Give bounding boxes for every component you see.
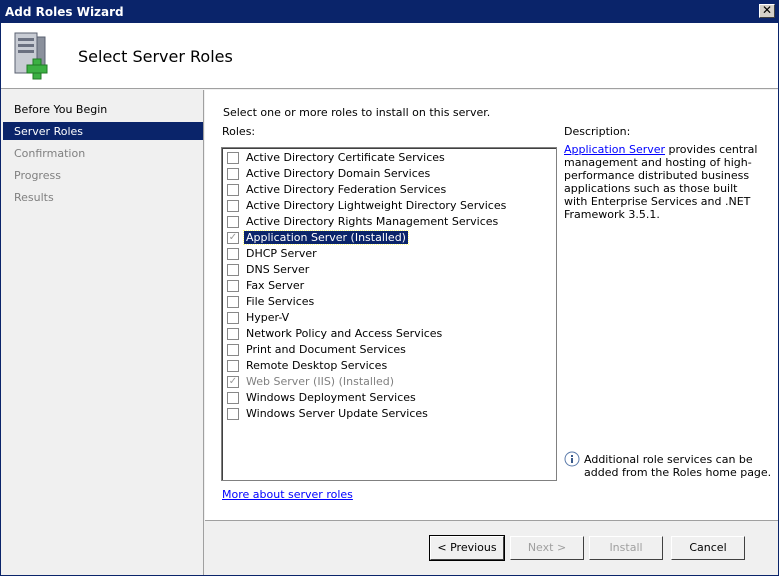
info-icon xyxy=(564,451,580,467)
close-icon: ✕ xyxy=(761,3,773,17)
role-label: Active Directory Federation Services xyxy=(246,183,447,196)
role-row[interactable]: Active Directory Rights Management Servi… xyxy=(222,214,556,230)
role-row[interactable]: Hyper-V xyxy=(222,310,556,326)
role-row[interactable]: Active Directory Lightweight Directory S… xyxy=(222,198,556,214)
role-row[interactable]: Active Directory Federation Services xyxy=(222,182,556,198)
role-row[interactable]: Windows Deployment Services xyxy=(222,390,556,406)
role-checkbox[interactable] xyxy=(227,344,239,356)
role-row[interactable]: Network Policy and Access Services xyxy=(222,326,556,342)
role-checkbox[interactable] xyxy=(227,328,239,340)
role-checkbox[interactable] xyxy=(227,200,239,212)
server-add-icon xyxy=(14,32,48,80)
roles-list[interactable]: Active Directory Certificate Services Act… xyxy=(221,147,557,481)
nav-item-progress: Progress xyxy=(14,169,61,182)
description-role-link[interactable]: Application Server xyxy=(564,143,665,156)
roles-label: Roles: xyxy=(222,125,256,138)
window-title: Add Roles Wizard xyxy=(5,5,124,19)
more-about-server-roles-link[interactable]: More about server roles xyxy=(222,488,353,501)
info-text: Additional role services can be added fr… xyxy=(584,453,772,479)
role-row[interactable]: DNS Server xyxy=(222,262,556,278)
role-label: Web Server (IIS) (Installed) xyxy=(246,375,395,388)
role-row[interactable]: File Services xyxy=(222,294,556,310)
role-checkbox[interactable] xyxy=(227,248,239,260)
role-checkbox[interactable] xyxy=(227,408,239,420)
role-row[interactable]: Fax Server xyxy=(222,278,556,294)
role-checkbox[interactable] xyxy=(227,392,239,404)
wizard-footer: < Previous Next > Install Cancel xyxy=(205,520,778,575)
role-label: Application Server (Installed) xyxy=(243,230,409,245)
role-checkbox[interactable] xyxy=(227,264,239,276)
role-checkbox[interactable] xyxy=(227,152,239,164)
nav-item-results: Results xyxy=(14,191,54,204)
role-label: Active Directory Certificate Services xyxy=(246,151,445,164)
role-checkbox[interactable] xyxy=(227,280,239,292)
role-label: Print and Document Services xyxy=(246,343,406,356)
role-row[interactable]: Active Directory Certificate Services xyxy=(222,150,556,166)
role-row[interactable]: DHCP Server xyxy=(222,246,556,262)
role-checkbox[interactable] xyxy=(227,184,239,196)
page-title: Select Server Roles xyxy=(78,47,233,66)
role-checkbox[interactable]: ✓ xyxy=(227,232,239,244)
role-checkbox[interactable] xyxy=(227,312,239,324)
role-label: Windows Deployment Services xyxy=(246,391,416,404)
role-label: Remote Desktop Services xyxy=(246,359,388,372)
role-label: Hyper-V xyxy=(246,311,290,324)
wizard-steps-nav: Before You Begin Server Roles Confirmati… xyxy=(1,90,204,575)
role-checkbox[interactable] xyxy=(227,168,239,180)
role-row[interactable]: Active Directory Domain Services xyxy=(222,166,556,182)
previous-button[interactable]: < Previous xyxy=(430,536,504,560)
main-content: Select one or more roles to install on t… xyxy=(205,90,778,520)
wizard-header: Select Server Roles xyxy=(1,23,778,89)
close-button[interactable]: ✕ xyxy=(759,4,775,18)
role-row[interactable]: Windows Server Update Services xyxy=(222,406,556,422)
role-checkbox[interactable] xyxy=(227,216,239,228)
role-label: DNS Server xyxy=(246,263,310,276)
nav-item-before-you-begin[interactable]: Before You Begin xyxy=(1,100,203,118)
role-checkbox[interactable] xyxy=(227,296,239,308)
description-label: Description: xyxy=(564,125,631,138)
install-button[interactable]: Install xyxy=(589,536,663,560)
role-label: Network Policy and Access Services xyxy=(246,327,443,340)
role-row[interactable]: Remote Desktop Services xyxy=(222,358,556,374)
role-label: Active Directory Lightweight Directory S… xyxy=(246,199,507,212)
instruction-text: Select one or more roles to install on t… xyxy=(223,106,491,119)
role-label: File Services xyxy=(246,295,315,308)
add-roles-wizard-window: Add Roles Wizard ✕ Select Server Roles B… xyxy=(0,0,779,576)
role-label: Fax Server xyxy=(246,279,305,292)
nav-item-confirmation: Confirmation xyxy=(14,147,86,160)
next-button[interactable]: Next > xyxy=(510,536,584,560)
title-bar: Add Roles Wizard ✕ xyxy=(1,1,778,23)
role-checkbox[interactable] xyxy=(227,360,239,372)
cancel-button[interactable]: Cancel xyxy=(671,536,745,560)
role-label: DHCP Server xyxy=(246,247,317,260)
role-row[interactable]: ✓ Application Server (Installed) xyxy=(222,230,556,246)
description-text: Application Server provides central mana… xyxy=(564,143,764,221)
role-checkbox[interactable]: ✓ xyxy=(227,376,239,388)
role-label: Active Directory Domain Services xyxy=(246,167,431,180)
role-row[interactable]: ✓ Web Server (IIS) (Installed) xyxy=(222,374,556,390)
role-row[interactable]: Print and Document Services xyxy=(222,342,556,358)
role-label: Active Directory Rights Management Servi… xyxy=(246,215,499,228)
role-label: Windows Server Update Services xyxy=(246,407,428,420)
nav-item-server-roles[interactable]: Server Roles xyxy=(3,122,203,140)
